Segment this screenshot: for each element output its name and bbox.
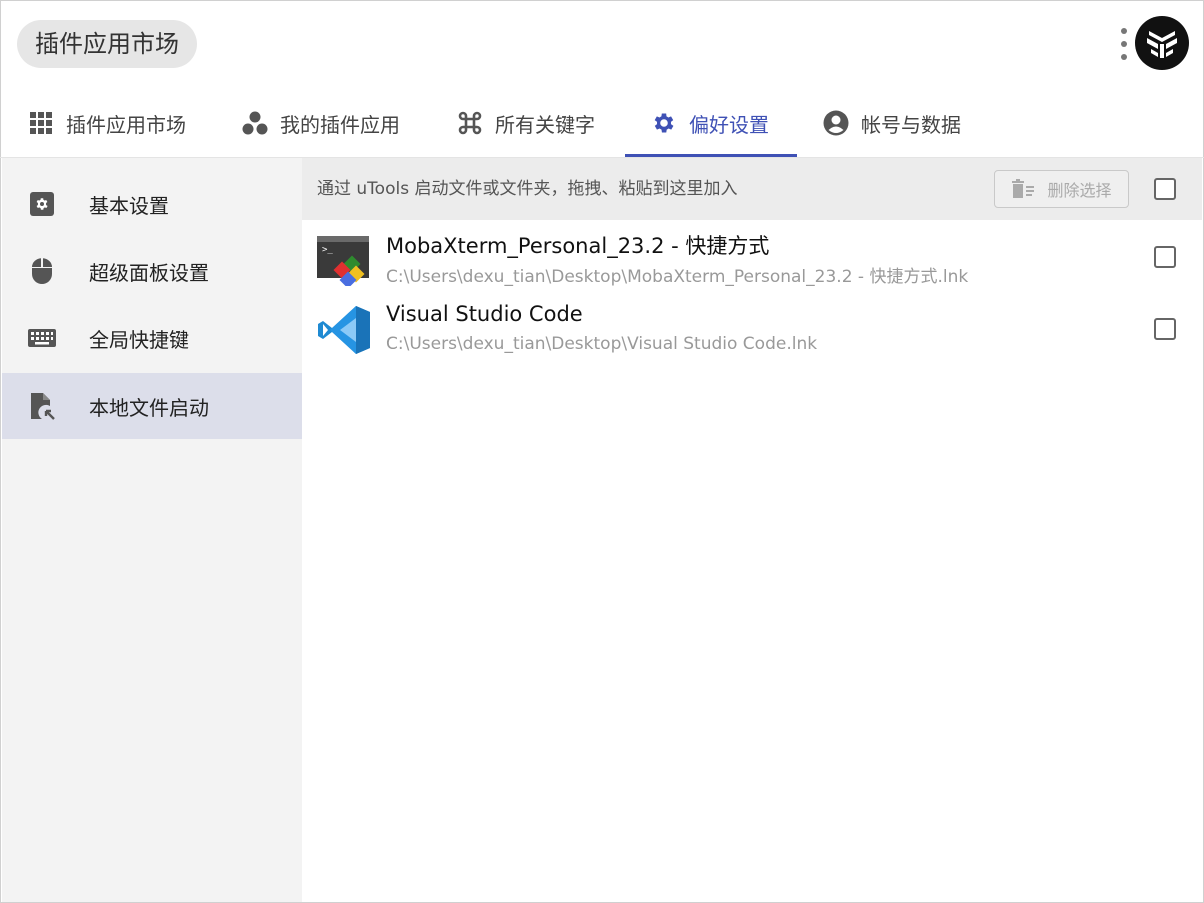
tab-my-plugins[interactable]: 我的插件应用 [242, 88, 400, 158]
delete-selected-label: 删除选择 [1047, 181, 1112, 200]
sidebar-item-super-panel[interactable]: 超级面板设置 [2, 238, 302, 304]
sidebar-item-local-file-launch[interactable]: 本地文件启动 [2, 373, 302, 439]
file-name: Visual Studio Code [386, 302, 583, 326]
mouse-icon [28, 257, 56, 285]
utools-logo-icon[interactable] [1135, 16, 1189, 70]
command-icon [457, 110, 483, 136]
files-toolbar: 通过 uTools 启动文件或文件夹，拖拽、粘贴到这里加入 删除选择 [302, 158, 1202, 220]
file-name: MobaXterm_Personal_23.2 - 快捷方式 [386, 234, 770, 258]
tab-label: 插件应用市场 [66, 112, 186, 137]
tab-plugin-market[interactable]: 插件应用市场 [28, 88, 186, 158]
market-search-pill[interactable]: 插件应用市场 [17, 20, 197, 68]
select-all-checkbox[interactable] [1154, 178, 1176, 200]
drop-hint-text: 通过 uTools 启动文件或文件夹，拖拽、粘贴到这里加入 [317, 179, 738, 199]
tab-label: 我的插件应用 [280, 112, 400, 137]
sidebar-item-label: 基本设置 [89, 193, 169, 218]
file-path: C:\Users\dexu_tian\Desktop\MobaXterm_Per… [386, 267, 969, 287]
delete-selected-button[interactable]: 删除选择 [994, 170, 1129, 208]
account-icon [823, 110, 849, 136]
file-launch-icon [28, 392, 56, 420]
sidebar-item-label: 本地文件启动 [89, 395, 209, 420]
tab-all-keywords[interactable]: 所有关键字 [457, 88, 595, 158]
tab-label: 所有关键字 [495, 112, 595, 137]
sidebar-item-label: 超级面板设置 [89, 260, 209, 285]
file-row-checkbox[interactable] [1154, 246, 1176, 268]
keyboard-icon [28, 324, 56, 352]
tab-label: 帐号与数据 [861, 112, 961, 137]
vscode-icon [316, 302, 372, 358]
settings-sidebar: 基本设置 超级面板设置 全局快捷键 本地文件启动 [2, 158, 302, 902]
sidebar-item-basic-settings[interactable]: 基本设置 [2, 171, 302, 237]
more-vertical-icon[interactable] [1116, 26, 1132, 62]
file-row-checkbox[interactable] [1154, 318, 1176, 340]
gear-icon [651, 110, 677, 136]
file-path: C:\Users\dexu_tian\Desktop\Visual Studio… [386, 334, 818, 354]
grid-icon [28, 110, 54, 136]
settings-box-icon [28, 190, 56, 218]
tab-preferences[interactable]: 偏好设置 [651, 88, 769, 158]
sidebar-item-label: 全局快捷键 [89, 327, 189, 352]
file-row-mobaxterm[interactable]: >_ MobaXterm_Personal_23.2 - 快捷方式 C:\Use… [302, 222, 1202, 294]
tab-account-data[interactable]: 帐号与数据 [823, 88, 961, 158]
mobaxterm-icon: >_ [316, 230, 372, 289]
tab-label: 偏好设置 [689, 112, 769, 137]
file-row-vscode[interactable]: Visual Studio Code C:\Users\dexu_tian\De… [302, 294, 1202, 366]
delete-list-icon [1011, 178, 1035, 200]
svg-text:>_: >_ [322, 245, 333, 255]
plugins-icon [242, 110, 268, 136]
sidebar-item-global-shortcuts[interactable]: 全局快捷键 [2, 305, 302, 371]
